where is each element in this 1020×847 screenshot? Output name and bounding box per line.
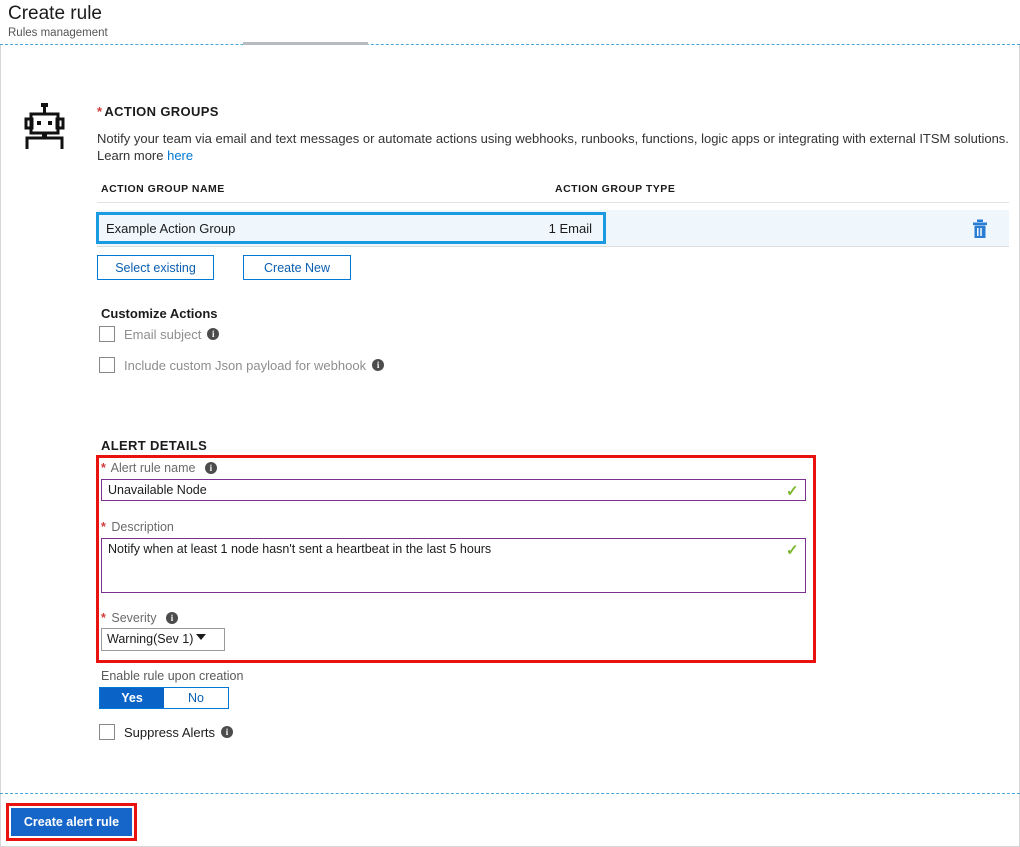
info-icon[interactable]: i <box>207 328 220 340</box>
info-icon[interactable]: i <box>204 462 217 474</box>
enable-rule-toggle[interactable]: Yes No <box>99 687 229 709</box>
select-existing-button[interactable]: Select existing <box>97 255 214 280</box>
action-groups-heading-text: ACTION GROUPS <box>104 104 219 119</box>
enable-rule-label: Enable rule upon creation <box>101 669 244 683</box>
blade-header: Create rule Rules management <box>0 0 1020 44</box>
description-label-text: Description <box>111 520 174 534</box>
action-groups-description-text: Notify your team via email and text mess… <box>97 131 1009 146</box>
required-marker: * <box>101 520 106 534</box>
alert-rule-name-value: Unavailable Node <box>108 483 207 497</box>
enable-rule-no-option[interactable]: No <box>164 688 228 708</box>
trash-icon[interactable] <box>968 218 992 240</box>
alert-rule-name-label-text: Alert rule name <box>110 461 196 475</box>
learn-more-prefix: Learn more <box>97 148 168 163</box>
email-subject-label: Email subject <box>124 326 202 342</box>
check-icon: ✓ <box>786 542 799 559</box>
customize-actions-heading: Customize Actions <box>101 306 218 321</box>
footer-divider <box>0 793 1020 794</box>
table-row-divider <box>97 246 1009 247</box>
severity-label: * Severity i <box>101 611 178 625</box>
json-payload-label: Include custom Json payload for webhook <box>124 357 367 373</box>
email-subject-checkbox-row[interactable]: Email subject i <box>99 326 220 342</box>
json-payload-checkbox[interactable] <box>99 357 115 373</box>
description-label: * Description <box>101 520 174 534</box>
create-rule-blade: Create rule Rules management * ACTION GRO… <box>0 0 1020 847</box>
alert-rule-name-label: * Alert rule name i <box>101 461 217 475</box>
suppress-alerts-label: Suppress Alerts <box>124 724 216 740</box>
email-subject-checkbox[interactable] <box>99 326 115 342</box>
action-groups-heading: * ACTION GROUPS <box>97 104 219 119</box>
description-value: Notify when at least 1 node hasn't sent … <box>108 542 492 556</box>
info-icon[interactable]: i <box>372 359 385 371</box>
learn-more-link[interactable]: here <box>167 148 193 163</box>
action-group-type-cell: 1 Email <box>548 221 592 236</box>
check-icon: ✓ <box>786 483 799 500</box>
suppress-alerts-checkbox[interactable] <box>99 724 115 740</box>
column-header-action-group-name: ACTION GROUP NAME <box>101 183 225 195</box>
suppress-alerts-checkbox-row[interactable]: Suppress Alerts i <box>99 724 234 740</box>
required-marker: * <box>101 461 106 475</box>
info-icon[interactable]: i <box>166 612 178 624</box>
action-groups-description: Notify your team via email and text mess… <box>97 130 1009 164</box>
blade-footer <box>0 794 1020 847</box>
required-marker: * <box>97 104 103 119</box>
severity-selected-value: Warning(Sev 1) <box>107 632 194 646</box>
column-header-action-group-type: ACTION GROUP TYPE <box>555 183 676 195</box>
breadcrumb: Rules management <box>8 27 108 39</box>
robot-icon <box>22 103 68 154</box>
create-alert-rule-button[interactable]: Create alert rule <box>11 808 132 836</box>
enable-rule-yes-option[interactable]: Yes <box>100 688 164 708</box>
alert-details-heading: ALERT DETAILS <box>101 438 208 453</box>
json-payload-checkbox-row[interactable]: Include custom Json payload for webhook … <box>99 357 385 373</box>
action-group-name-cell: Example Action Group <box>106 221 236 236</box>
page-title: Create rule <box>8 3 102 24</box>
table-header-divider <box>97 202 1009 203</box>
info-icon[interactable]: i <box>221 726 234 738</box>
chevron-down-icon[interactable] <box>196 634 206 640</box>
create-new-button[interactable]: Create New <box>243 255 351 280</box>
severity-label-text: Severity <box>111 611 157 625</box>
required-marker: * <box>101 611 106 625</box>
